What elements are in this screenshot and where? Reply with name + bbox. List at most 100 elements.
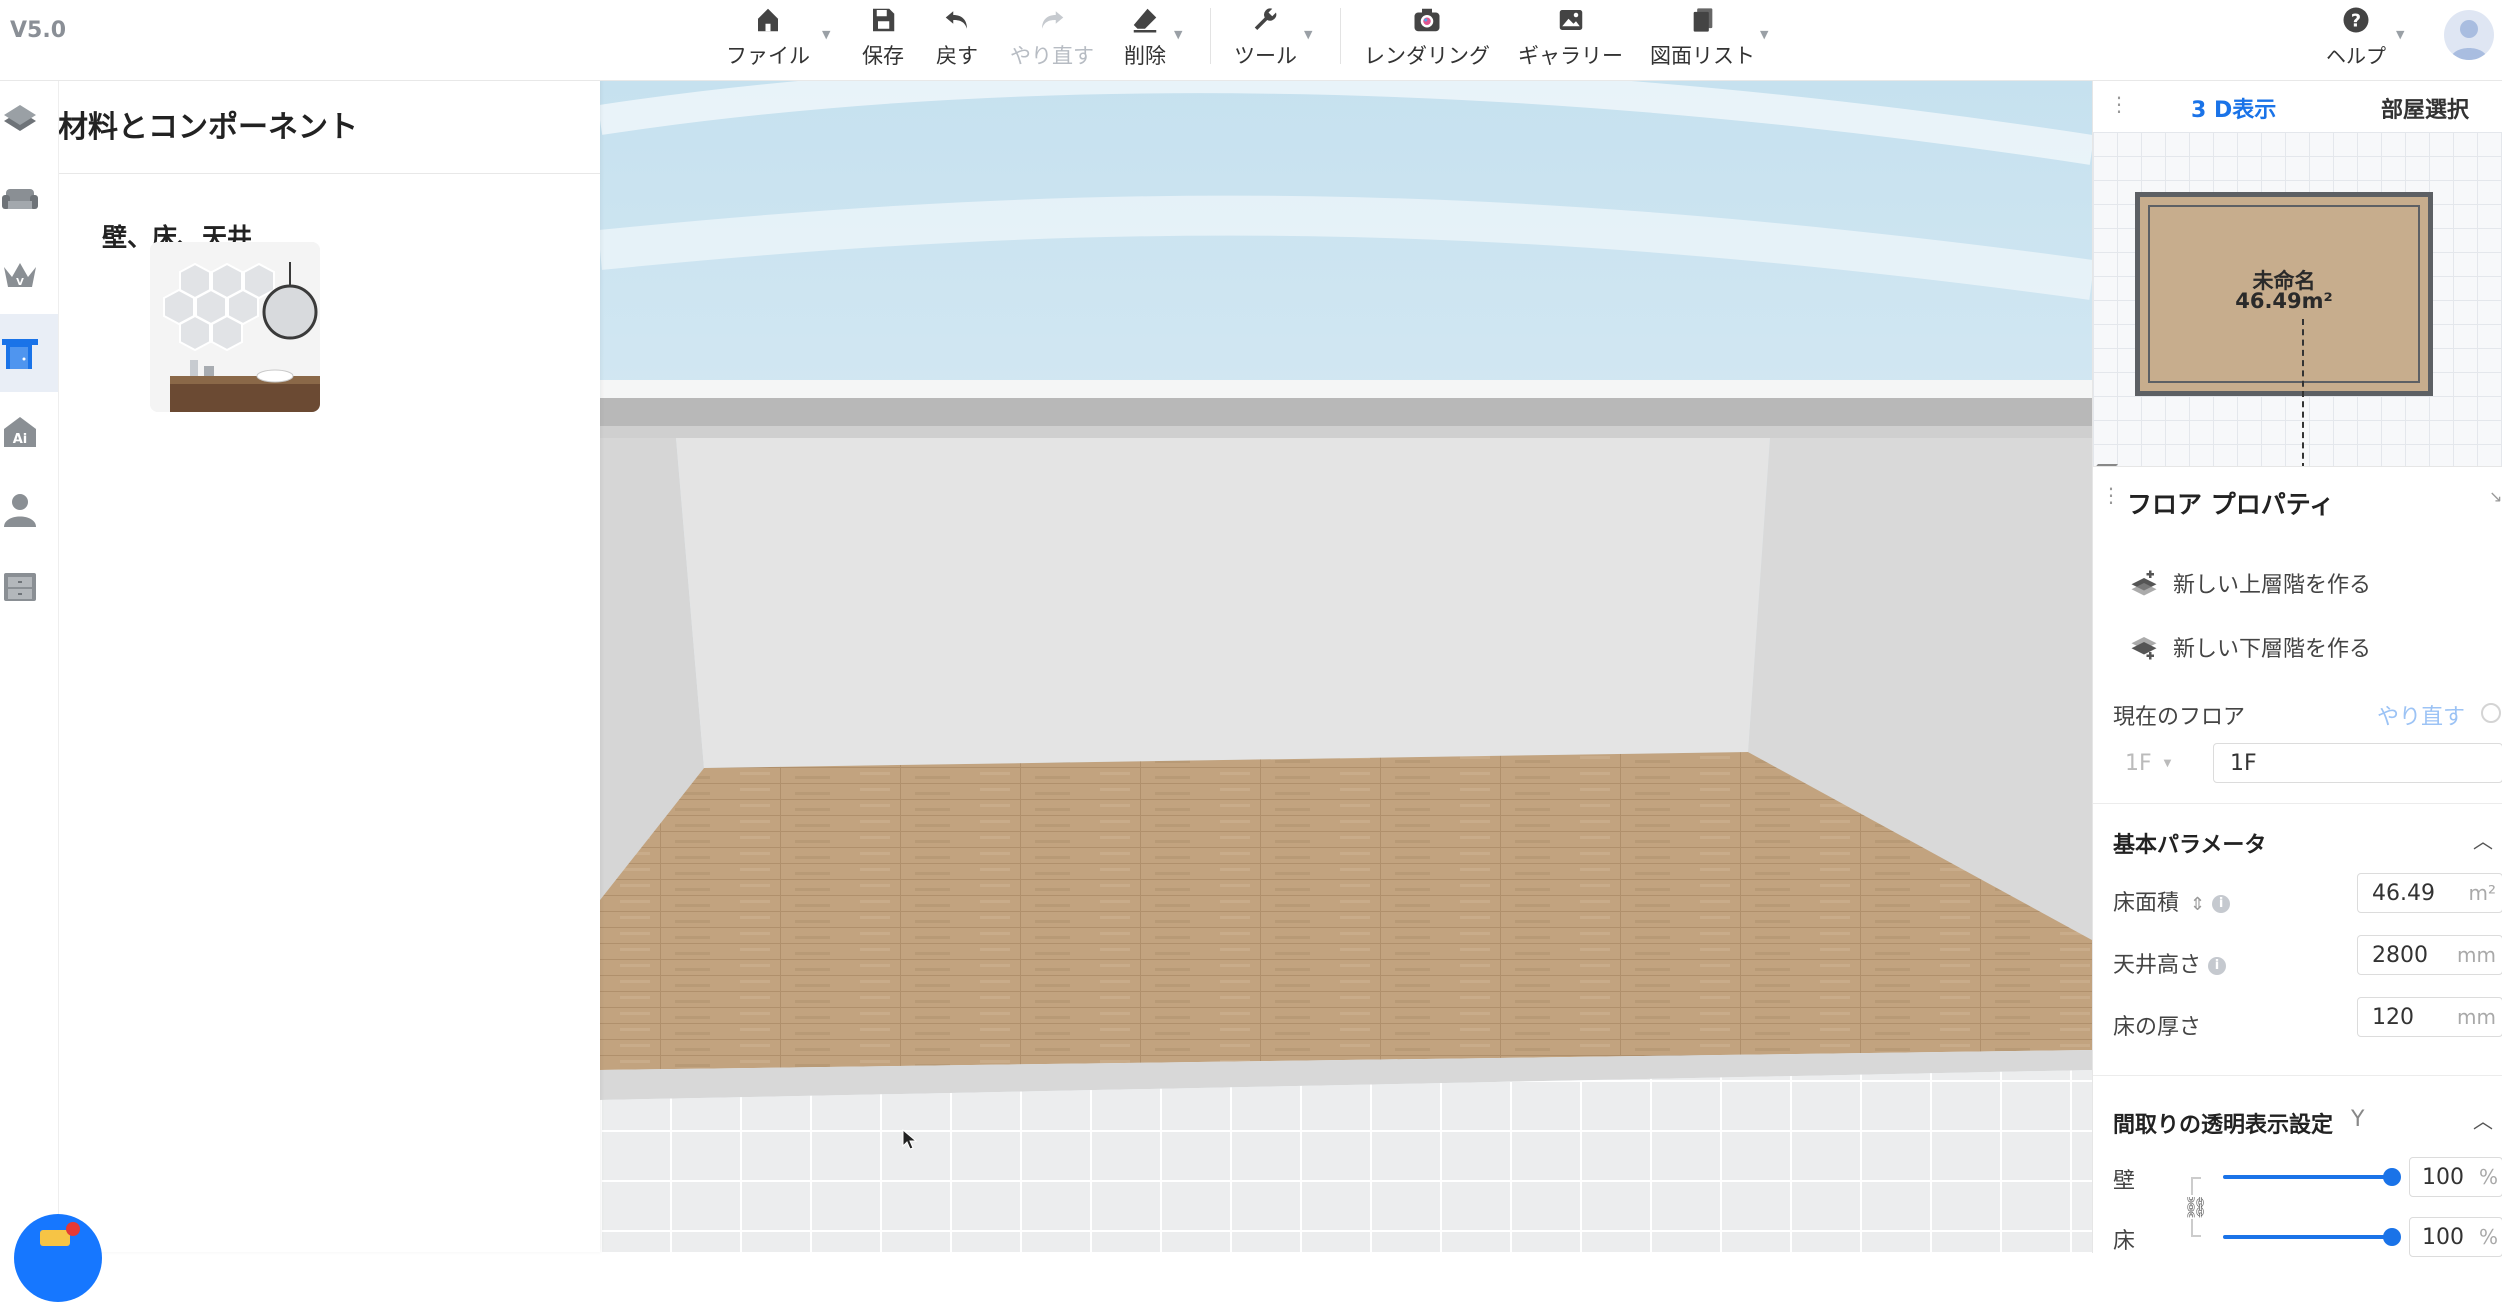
eraser-icon [1129, 0, 1161, 40]
sort-icon[interactable]: ⇕ [2190, 894, 2205, 915]
redo-link[interactable]: やり直す [2377, 699, 2465, 731]
undo-button[interactable]: 戻す [936, 0, 978, 80]
redo-icon [1035, 0, 1069, 40]
ceiling-height-value: 2800 [2372, 942, 2428, 968]
rail-premium[interactable]: V [0, 236, 58, 314]
chevron-down-icon[interactable]: ▼ [822, 28, 830, 41]
floor-name-value: 1F [2230, 750, 2257, 776]
ai-house-icon: Ai [4, 417, 36, 447]
properties-title: フロア プロパティ [2127, 490, 2335, 519]
chevron-up-icon[interactable]: ︿ [2473, 1105, 2493, 1134]
file-menu-button[interactable]: ファイル [726, 0, 810, 80]
wall-opacity-label: 壁 [2113, 1169, 2136, 1194]
rendering-button[interactable]: レンダリング [1364, 0, 1490, 80]
camera-icon [1410, 0, 1444, 40]
info-icon[interactable]: i [2208, 957, 2227, 975]
person-icon [4, 494, 36, 527]
redo-button[interactable]: やり直す [1010, 0, 1094, 80]
chevron-down-icon[interactable]: ▼ [2396, 28, 2404, 41]
delete-button[interactable]: 削除 [1124, 0, 1166, 80]
file-label: ファイル [726, 44, 810, 68]
wall-opacity-input[interactable]: 100 % [2409, 1157, 2502, 1197]
add-layer-icon [2131, 570, 2157, 596]
floor-thickness-input[interactable]: 120 mm [2357, 997, 2502, 1037]
chevron-up-icon[interactable]: ︿ [2473, 825, 2493, 854]
wall-opacity-unit: % [2478, 1165, 2498, 1189]
new-upper-floor-label: 新しい上層階を作る [2173, 573, 2372, 598]
floor-opacity-value: 100 [2422, 1224, 2464, 1250]
undo-label: 戻す [936, 44, 978, 68]
floor-name-input[interactable]: 1F [2213, 743, 2502, 783]
ceiling-height-label: 天井高さ i [2113, 947, 2227, 979]
redo-label: やり直す [1010, 44, 1094, 68]
layers-icon [4, 105, 36, 131]
save-button[interactable]: 保存 [862, 0, 904, 80]
svg-text:V: V [16, 277, 24, 288]
drawing-list-button[interactable]: 図面リスト [1650, 0, 1755, 80]
chevron-down-icon[interactable]: ▼ [1760, 28, 1768, 41]
resize-handle-icon[interactable] [2096, 450, 2130, 466]
floor-level-select[interactable]: 1F ▼ [2113, 743, 2205, 783]
chevron-down-icon[interactable]: ▼ [1304, 28, 1312, 41]
floor-level-value: 1F [2125, 750, 2152, 776]
collapse-icon[interactable]: ↘ [2489, 487, 2502, 506]
category-thumbnail[interactable] [150, 242, 320, 412]
rendering-label: レンダリング [1364, 44, 1490, 68]
camera-direction-line [2302, 319, 2304, 469]
user-icon [2450, 20, 2488, 60]
new-upper-floor-button[interactable]: 新しい上層階を作る [2129, 563, 2371, 603]
room-3d-scene [600, 80, 2092, 1252]
chevron-down-icon[interactable]: ▼ [1174, 28, 1182, 41]
tools-menu-button[interactable]: ツール [1234, 0, 1297, 80]
rail-floor-plan[interactable] [0, 80, 58, 158]
top-toolbar: V5.0 ファイル ▼ 保存 戻す やり直す 削除 ▼ ツール ▼ レンダリング… [0, 0, 2502, 81]
image-icon [1555, 0, 1587, 40]
gallery-button[interactable]: ギャラリー [1518, 0, 1623, 80]
tab-3d-view[interactable]: 3 D表示 [2191, 92, 2276, 124]
floor-area-text: 床面積 [2113, 891, 2180, 916]
toolbar-divider [1340, 8, 1341, 64]
floating-help-button[interactable] [14, 1214, 102, 1302]
section-divider [2093, 803, 2502, 804]
rail-doors-windows[interactable] [0, 314, 58, 392]
delete-label: 削除 [1124, 44, 1166, 68]
floor-opacity-thumb[interactable] [2383, 1228, 2401, 1246]
rail-ai[interactable]: Ai [0, 392, 58, 470]
toolbar-divider [1210, 8, 1211, 64]
help-label: ヘルプ [2326, 44, 2386, 68]
info-icon[interactable]: i [2212, 895, 2231, 913]
drag-handle-icon[interactable]: ⋮ [2101, 483, 2121, 507]
floor-opacity-input[interactable]: 100 % [2409, 1217, 2502, 1257]
3d-viewport[interactable] [600, 80, 2092, 1252]
rail-furniture[interactable] [0, 158, 58, 236]
floor-properties-panel: ⋮ フロア プロパティ ↘ 新しい上層階を作る 新しい下層階を作る 現在のフロア… [2092, 466, 2502, 1257]
ceiling-height-input[interactable]: 2800 mm [2357, 935, 2502, 975]
room-area: 46.49m² [2235, 289, 2333, 313]
floor-area-input[interactable]: 46.49 m² [2357, 873, 2502, 913]
floor-opacity-slider[interactable] [2223, 1235, 2391, 1239]
rail-person[interactable] [0, 470, 58, 548]
minimap-canvas[interactable]: 未命名 46.49m² [2093, 132, 2502, 469]
floor-thickness-value: 120 [2372, 1004, 2414, 1030]
floor-area-unit: m² [2468, 881, 2497, 905]
transparency-title: 間取りの透明表示設定 [2113, 1113, 2334, 1138]
chat-icon [40, 1230, 70, 1246]
floor-area-label: 床面積 ⇕ i [2113, 885, 2231, 917]
drawing-list-label: 図面リスト [1650, 44, 1755, 68]
room-outline[interactable]: 未命名 46.49m² [2135, 192, 2433, 469]
add-layer-icon [2131, 637, 2157, 660]
new-lower-floor-button[interactable]: 新しい下層階を作る [2129, 627, 2371, 667]
rail-cabinet[interactable] [0, 548, 58, 626]
minimap-panel: ⋮ 3 D表示 部屋選択 未命名 46.49m² [2092, 80, 2502, 469]
tab-room-select[interactable]: 部屋選択 [2381, 92, 2469, 124]
drag-handle-icon[interactable]: ⋮ [2109, 92, 2131, 116]
basic-params-title: 基本パラメータ [2113, 833, 2267, 858]
wall-opacity-slider[interactable] [2223, 1175, 2391, 1179]
wall-opacity-thumb[interactable] [2383, 1168, 2401, 1186]
avatar[interactable] [2444, 10, 2494, 60]
link-icon[interactable]: ⛓ [2183, 1195, 2209, 1219]
floor-opacity-label: 床 [2113, 1229, 2136, 1254]
cabinet-icon [4, 573, 36, 601]
current-floor-label: 現在のフロア [2113, 705, 2246, 730]
help-button[interactable]: ? ヘルプ [2326, 0, 2386, 80]
